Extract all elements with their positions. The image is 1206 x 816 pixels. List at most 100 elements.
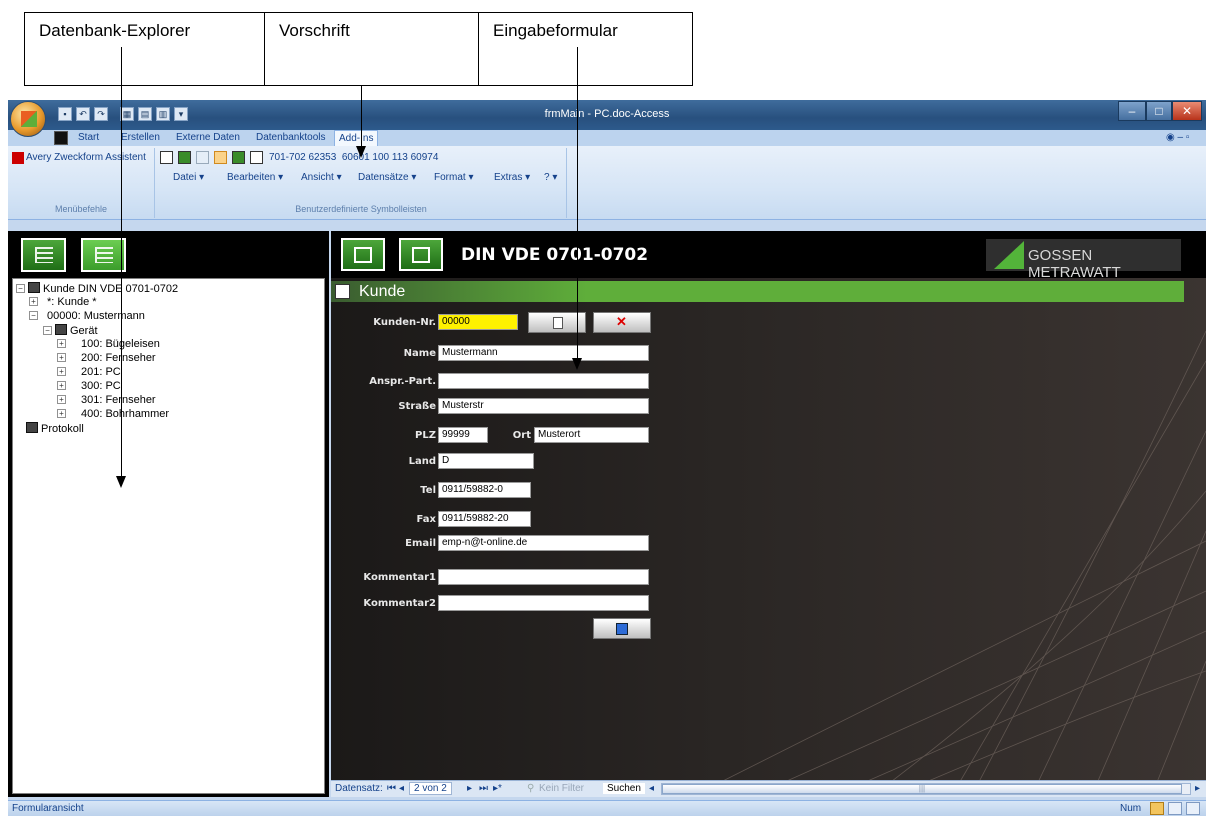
help-icon[interactable]: ◉ – ▫	[1166, 130, 1189, 146]
label-land: Land	[408, 456, 436, 467]
pointer-vorschrift-arrow	[356, 146, 366, 158]
tree-node-devices[interactable]: − Gerät	[43, 324, 98, 337]
collapse-icon[interactable]: −	[16, 284, 25, 293]
list-view-button[interactable]	[21, 238, 66, 272]
expand-icon[interactable]: +	[57, 353, 66, 362]
form-header: DIN VDE 0701-0702 GOSSEN METRAWATT	[331, 231, 1206, 281]
record-navigation: Datensatz: ⏮ ◂ 2 von 2 ▸ ⏭ ▸* ⚲ Kein Fil…	[331, 780, 1206, 797]
save-button[interactable]	[593, 618, 651, 639]
tree-node-new-customer[interactable]: + *: Kunde *	[29, 296, 97, 308]
tree-node-device[interactable]: +300: PC	[57, 380, 121, 392]
search-icon[interactable]	[250, 151, 263, 164]
expand-icon[interactable]: +	[29, 297, 38, 306]
office-button[interactable]	[10, 101, 46, 137]
tree-node-root[interactable]: − Kunde DIN VDE 0701-0702	[16, 282, 178, 295]
vorschrift-standards[interactable]: 701-702 62353 60601 100 113 60974	[269, 152, 438, 163]
form-view-button[interactable]	[341, 238, 385, 271]
tree-device-label: 300: PC	[81, 380, 121, 392]
tree-icon[interactable]	[178, 151, 191, 164]
datasheet-view-status-icon[interactable]	[1168, 802, 1182, 815]
expand-icon[interactable]: +	[57, 395, 66, 404]
gossen-metrawatt-logo: GOSSEN METRAWATT	[986, 239, 1181, 281]
callout-vorschrift: Vorschrift	[264, 12, 479, 86]
name-input[interactable]: Mustermann	[438, 345, 649, 361]
expand-icon[interactable]: +	[57, 339, 66, 348]
land-input[interactable]: D	[438, 453, 534, 469]
tab-start[interactable]: Start	[78, 130, 99, 146]
menu-extras[interactable]: Extras ▾	[494, 172, 530, 183]
exit-icon[interactable]	[232, 151, 245, 164]
avery-zweckform-button[interactable]: Avery Zweckform Assistent	[26, 152, 146, 163]
ribbon-separator-2	[566, 148, 567, 218]
menu-help[interactable]: ? ▾	[544, 172, 557, 183]
tree-node-device[interactable]: +201: PC	[57, 366, 121, 378]
status-num-lock: Num	[1120, 803, 1142, 814]
form-icon[interactable]	[214, 151, 227, 164]
filter-status[interactable]: Kein Filter	[539, 783, 584, 794]
ribbon-separator	[154, 148, 155, 218]
last-record-button[interactable]: ⏭	[479, 783, 488, 794]
tab-add-ins[interactable]: Add-Ins	[334, 130, 379, 146]
tab-erstellen[interactable]: Erstellen	[121, 130, 160, 146]
tree-protocol-label: Protokoll	[41, 423, 84, 435]
customer-icon	[335, 284, 350, 299]
maximize-button[interactable]: □	[1146, 101, 1172, 121]
delete-record-button[interactable]: ✕	[593, 312, 651, 333]
protocol-icon	[26, 422, 38, 433]
tree-node-device[interactable]: +400: Bohrhammer	[57, 408, 169, 420]
close-button[interactable]: ✕	[1172, 101, 1202, 121]
design-view-status-icon[interactable]	[1186, 802, 1200, 815]
tab-externe-daten[interactable]: Externe Daten	[176, 130, 240, 146]
scroll-right-icon[interactable]: ▸	[1195, 783, 1200, 794]
ribbon-tabs: Start Erstellen Externe Daten Datenbankt…	[8, 130, 1206, 146]
prev-record-button[interactable]: ◂	[399, 783, 404, 794]
pen-icon[interactable]	[196, 151, 209, 164]
expand-icon[interactable]: +	[57, 367, 66, 376]
menu-datensaetze-label: Datensätze	[358, 172, 409, 183]
tree-device-label: 200: Fernseher	[81, 352, 156, 364]
kunden-nr-input[interactable]: 00000	[438, 314, 518, 330]
horizontal-scrollbar[interactable]: |||	[661, 783, 1191, 795]
collapse-icon[interactable]: −	[43, 326, 52, 335]
table-view-button[interactable]	[399, 238, 443, 271]
tab-datenbanktools[interactable]: Datenbanktools	[256, 130, 326, 146]
menu-bearbeiten[interactable]: Bearbeiten ▾	[227, 172, 283, 183]
menu-datei[interactable]: Datei ▾	[173, 172, 204, 183]
next-record-button[interactable]: ▸	[467, 783, 472, 794]
tree-node-customer[interactable]: −00000: Mustermann	[29, 310, 145, 322]
tel-input[interactable]: 0911/59882-0	[438, 482, 531, 498]
collapse-icon[interactable]: −	[29, 311, 38, 320]
tree-node-device[interactable]: +200: Fernseher	[57, 352, 156, 364]
minimize-button[interactable]: –	[1118, 101, 1146, 121]
ansprechpartner-input[interactable]	[438, 373, 649, 389]
scroll-left-icon[interactable]: ◂	[649, 783, 654, 794]
first-record-button[interactable]: ⏮	[387, 783, 396, 794]
menu-datensaetze[interactable]: Datensätze ▾	[358, 172, 416, 183]
record-position[interactable]: 2 von 2	[409, 782, 452, 795]
customer-folder-icon	[28, 282, 40, 293]
tree-node-device[interactable]: +301: Fernseher	[57, 394, 156, 406]
menu-ansicht[interactable]: Ansicht ▾	[301, 172, 342, 183]
section-header-bar	[331, 281, 1184, 302]
email-input[interactable]: emp-n@t-online.de	[438, 535, 649, 551]
scroll-thumb[interactable]: |||	[662, 784, 1182, 794]
kommentar2-input[interactable]	[438, 595, 649, 611]
strasse-input[interactable]: Musterstr	[438, 398, 649, 414]
refresh-icon[interactable]	[160, 151, 173, 164]
kommentar1-input[interactable]	[438, 569, 649, 585]
callout-eingabeformular: Eingabeformular	[478, 12, 693, 86]
expand-icon[interactable]: +	[57, 381, 66, 390]
input-form: DIN VDE 0701-0702 GOSSEN METRAWATT Kunde…	[331, 231, 1206, 797]
menu-format[interactable]: Format ▾	[434, 172, 473, 183]
tree-view-button[interactable]	[81, 238, 126, 272]
search-field[interactable]: Suchen	[603, 783, 645, 794]
ort-input[interactable]: Musterort	[534, 427, 649, 443]
ribbon-panel: Avery Zweckform Assistent Menübefehle Be…	[8, 146, 1206, 220]
fax-input[interactable]: 0911/59882-20	[438, 511, 531, 527]
tree-node-protocol[interactable]: Protokoll	[16, 422, 84, 435]
callout-vorschrift-text: Vorschrift	[279, 21, 350, 40]
form-view-status-icon[interactable]	[1150, 802, 1164, 815]
expand-icon[interactable]: +	[57, 409, 66, 418]
new-record-nav-button[interactable]: ▸*	[493, 783, 502, 794]
tree-node-device[interactable]: +100: Bügeleisen	[57, 338, 160, 350]
